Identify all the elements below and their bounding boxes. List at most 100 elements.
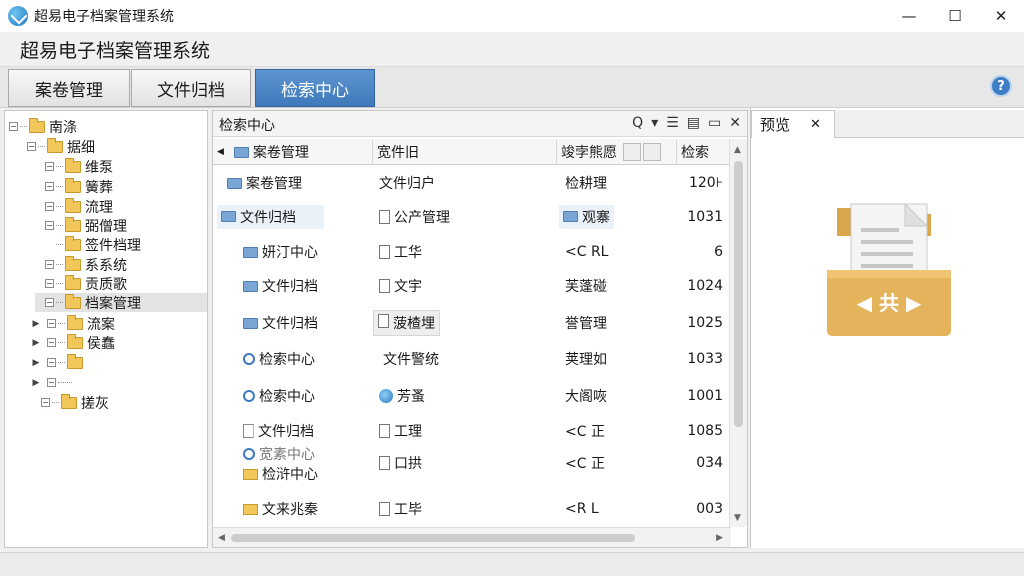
tree-node[interactable]: − 南涤 [9, 117, 77, 136]
folder-icon [29, 117, 45, 133]
tree-node[interactable]: − 簧葬 [45, 177, 113, 196]
scroll-right-icon[interactable]: ▶ [716, 533, 723, 543]
cell-text: 1085 [687, 423, 723, 439]
folder-icon [65, 177, 81, 193]
detail-view-icon[interactable]: ▤ [687, 115, 700, 131]
window-title: 超易电子档案管理系统 [34, 9, 174, 25]
help-icon[interactable]: ? [990, 75, 1012, 97]
tab-case-management[interactable]: 案卷管理 [8, 69, 130, 107]
table-row[interactable]: 文件归档 菠楂埋 誉管理 1025 [213, 305, 729, 341]
column-header[interactable]: 竣孛熊愿 [557, 139, 677, 165]
column-header[interactable]: 宽件旧 [373, 139, 557, 165]
folder-icon [65, 157, 81, 173]
chevron-right-icon[interactable]: ▶ [31, 319, 41, 329]
scroll-thumb[interactable] [734, 161, 743, 427]
expand-icon[interactable]: − [47, 378, 56, 387]
table-row[interactable]: 案卷管理 文件归户 检耕理 120⊦ [213, 165, 729, 201]
table-cell: 检索中心 [243, 378, 315, 414]
folder-icon [233, 146, 249, 158]
expand-icon[interactable]: − [27, 142, 36, 151]
close-button[interactable]: ✕ [978, 0, 1024, 32]
shared-document-icon: ◀ 共 ▶ [827, 202, 951, 336]
scroll-thumb[interactable] [231, 534, 635, 542]
sort-arrow-icon[interactable]: ◀ [217, 147, 224, 157]
scroll-left-icon[interactable]: ◀ [218, 533, 225, 543]
table-row[interactable]: 检索中心 文件警统 荚理如 1033 [213, 341, 729, 377]
window-titlebar: 超易电子档案管理系统 — ☐ ✕ [0, 0, 1024, 32]
table-row[interactable]: 文来兆秦 工毕 <R L 003 [213, 491, 729, 527]
folder-icon [243, 317, 258, 329]
folder-icon [67, 333, 83, 349]
table-cell: 案卷管理 [227, 165, 302, 201]
list-view-icon[interactable]: ☰ [666, 115, 679, 131]
table-cell: 芙蓬碰 [565, 268, 607, 304]
column-filter-icon[interactable] [643, 143, 661, 161]
document-icon [379, 424, 390, 438]
expand-icon[interactable]: − [45, 298, 54, 307]
table-row[interactable]: 妍汀中心 工华 <C RL 6 [213, 234, 729, 270]
tree-node[interactable]: − 流理 [45, 197, 113, 216]
tree-node[interactable]: ▶ − [31, 373, 74, 392]
chevron-right-icon[interactable]: ▶ [31, 378, 41, 388]
chevron-right-icon[interactable]: ▶ [31, 338, 41, 348]
tree-node[interactable]: − 系系统 [45, 255, 127, 274]
expand-icon[interactable]: − [41, 398, 50, 407]
table-cell: 文件警统 [383, 341, 439, 377]
expand-icon[interactable]: − [9, 122, 18, 131]
table-row[interactable]: 文件归档 公产管理 观寨 1031 [213, 199, 729, 235]
expand-icon[interactable]: − [45, 279, 54, 288]
cell-text: 工毕 [394, 502, 422, 518]
tab-file-archive[interactable]: 文件归档 [131, 69, 251, 107]
close-icon[interactable]: ✕ [729, 115, 741, 131]
tree-node[interactable]: − 贡质歌 [45, 274, 127, 293]
folder-icon[interactable]: ▭ [708, 115, 721, 131]
search-icon [243, 353, 255, 365]
tree-node-selected[interactable]: − 档案管理 [35, 293, 207, 312]
scroll-down-icon[interactable]: ▼ [734, 513, 741, 523]
tree-node[interactable]: 签件档理 [45, 235, 141, 254]
minimize-button[interactable]: — [886, 0, 932, 32]
column-filter-icon[interactable] [623, 143, 641, 161]
expand-icon[interactable]: − [45, 182, 54, 191]
expand-icon[interactable]: − [47, 319, 56, 328]
tree-node[interactable]: − 维泵 [45, 157, 113, 176]
expand-icon[interactable]: − [47, 338, 56, 347]
table-cell: 誉管理 [565, 305, 607, 341]
tree-node[interactable]: ▶ − 侯蠢 [31, 333, 115, 352]
expand-icon[interactable]: − [47, 358, 56, 367]
scroll-up-icon[interactable]: ▲ [734, 145, 741, 155]
tree-node[interactable]: − 弼僧理 [45, 216, 127, 235]
tree-node[interactable]: ▶ − 流案 [31, 314, 115, 333]
table-row[interactable]: 文件归档 文宇 芙蓬碰 1024 [213, 268, 729, 304]
status-bar [0, 552, 1024, 576]
folder-icon [67, 353, 83, 369]
table-cell: 检耕理 [565, 165, 607, 201]
chevron-right-icon[interactable]: ▶ [31, 358, 41, 368]
column-header[interactable]: 检索 [677, 139, 729, 165]
table-row[interactable]: 检索中心 芳蚤 大阁咴 1001 [213, 378, 729, 414]
expand-icon[interactable]: − [45, 221, 54, 230]
tree-node[interactable]: ▶ − [31, 353, 87, 372]
expand-icon[interactable]: − [45, 260, 54, 269]
column-header[interactable]: ◀ 案卷管理 [213, 139, 373, 165]
expand-icon[interactable]: − [45, 202, 54, 211]
tree-node-label: 流案 [87, 316, 115, 333]
tab-search-center[interactable]: 检索中心 [255, 69, 375, 107]
cell-text: 6 [714, 244, 723, 260]
tab-preview[interactable]: 预览 ✕ [751, 110, 835, 138]
dropdown-icon[interactable]: ▾ [651, 115, 658, 131]
tree-node[interactable]: − 据细 [27, 137, 95, 156]
vertical-scrollbar[interactable]: ▲ ▼ [729, 139, 747, 527]
folder-icon [65, 255, 81, 271]
search-icon[interactable]: Q [632, 115, 643, 131]
table-cell: 1025 [677, 305, 723, 341]
horizontal-scrollbar[interactable]: ◀ ▶ [213, 527, 731, 547]
maximize-button[interactable]: ☐ [932, 0, 978, 32]
cell-text: 案卷管理 [246, 176, 302, 192]
table-row[interactable]: 宽素中心 检浒中心 口拱 <C 正 034 [213, 441, 729, 485]
tree-node-label: 南涤 [49, 119, 77, 136]
tree-node[interactable]: − 搓灰 [41, 393, 109, 412]
table-cell: 文件归户 [379, 165, 435, 201]
expand-icon[interactable]: − [45, 162, 54, 171]
close-icon[interactable]: ✕ [810, 117, 821, 132]
